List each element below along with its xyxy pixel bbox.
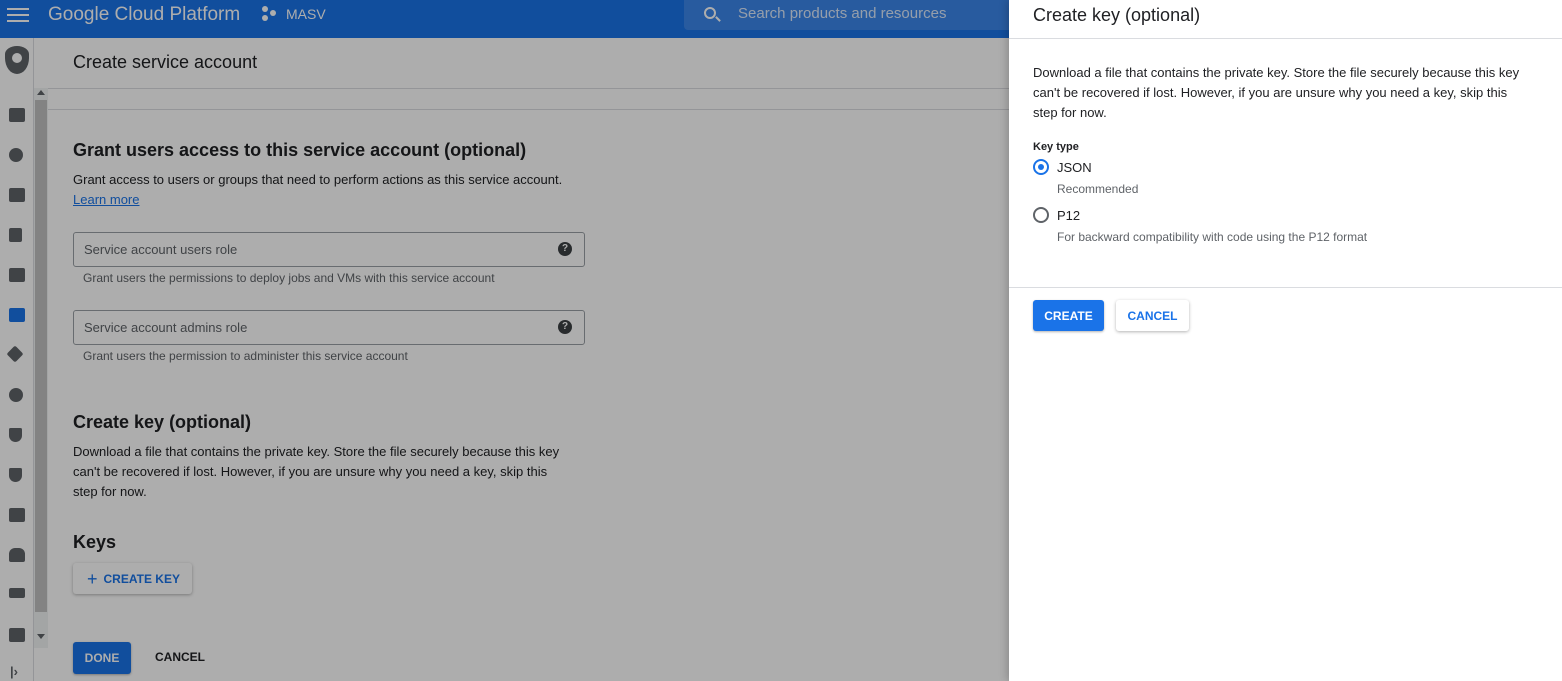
scrim[interactable] <box>0 38 1009 681</box>
panel-header-divider <box>1009 38 1562 39</box>
scrim-top <box>0 0 1009 38</box>
p12-label[interactable]: P12 <box>1057 208 1080 223</box>
json-label[interactable]: JSON <box>1057 160 1092 175</box>
p12-sub: For backward compatibility with code usi… <box>1057 230 1368 244</box>
p12-radio[interactable] <box>1033 207 1049 223</box>
panel-cancel-button[interactable]: CANCEL <box>1116 300 1189 331</box>
json-radio[interactable] <box>1033 159 1049 175</box>
panel-footer-divider <box>1009 287 1562 288</box>
key-type-label: Key type <box>1033 141 1079 153</box>
json-sub: Recommended <box>1057 182 1139 196</box>
panel-title: Create key (optional) <box>1033 5 1201 25</box>
create-button[interactable]: CREATE <box>1033 300 1104 331</box>
create-key-panel: Create key (optional) Download a file th… <box>1009 0 1562 681</box>
panel-description: Download a file that contains the privat… <box>1033 65 1520 120</box>
